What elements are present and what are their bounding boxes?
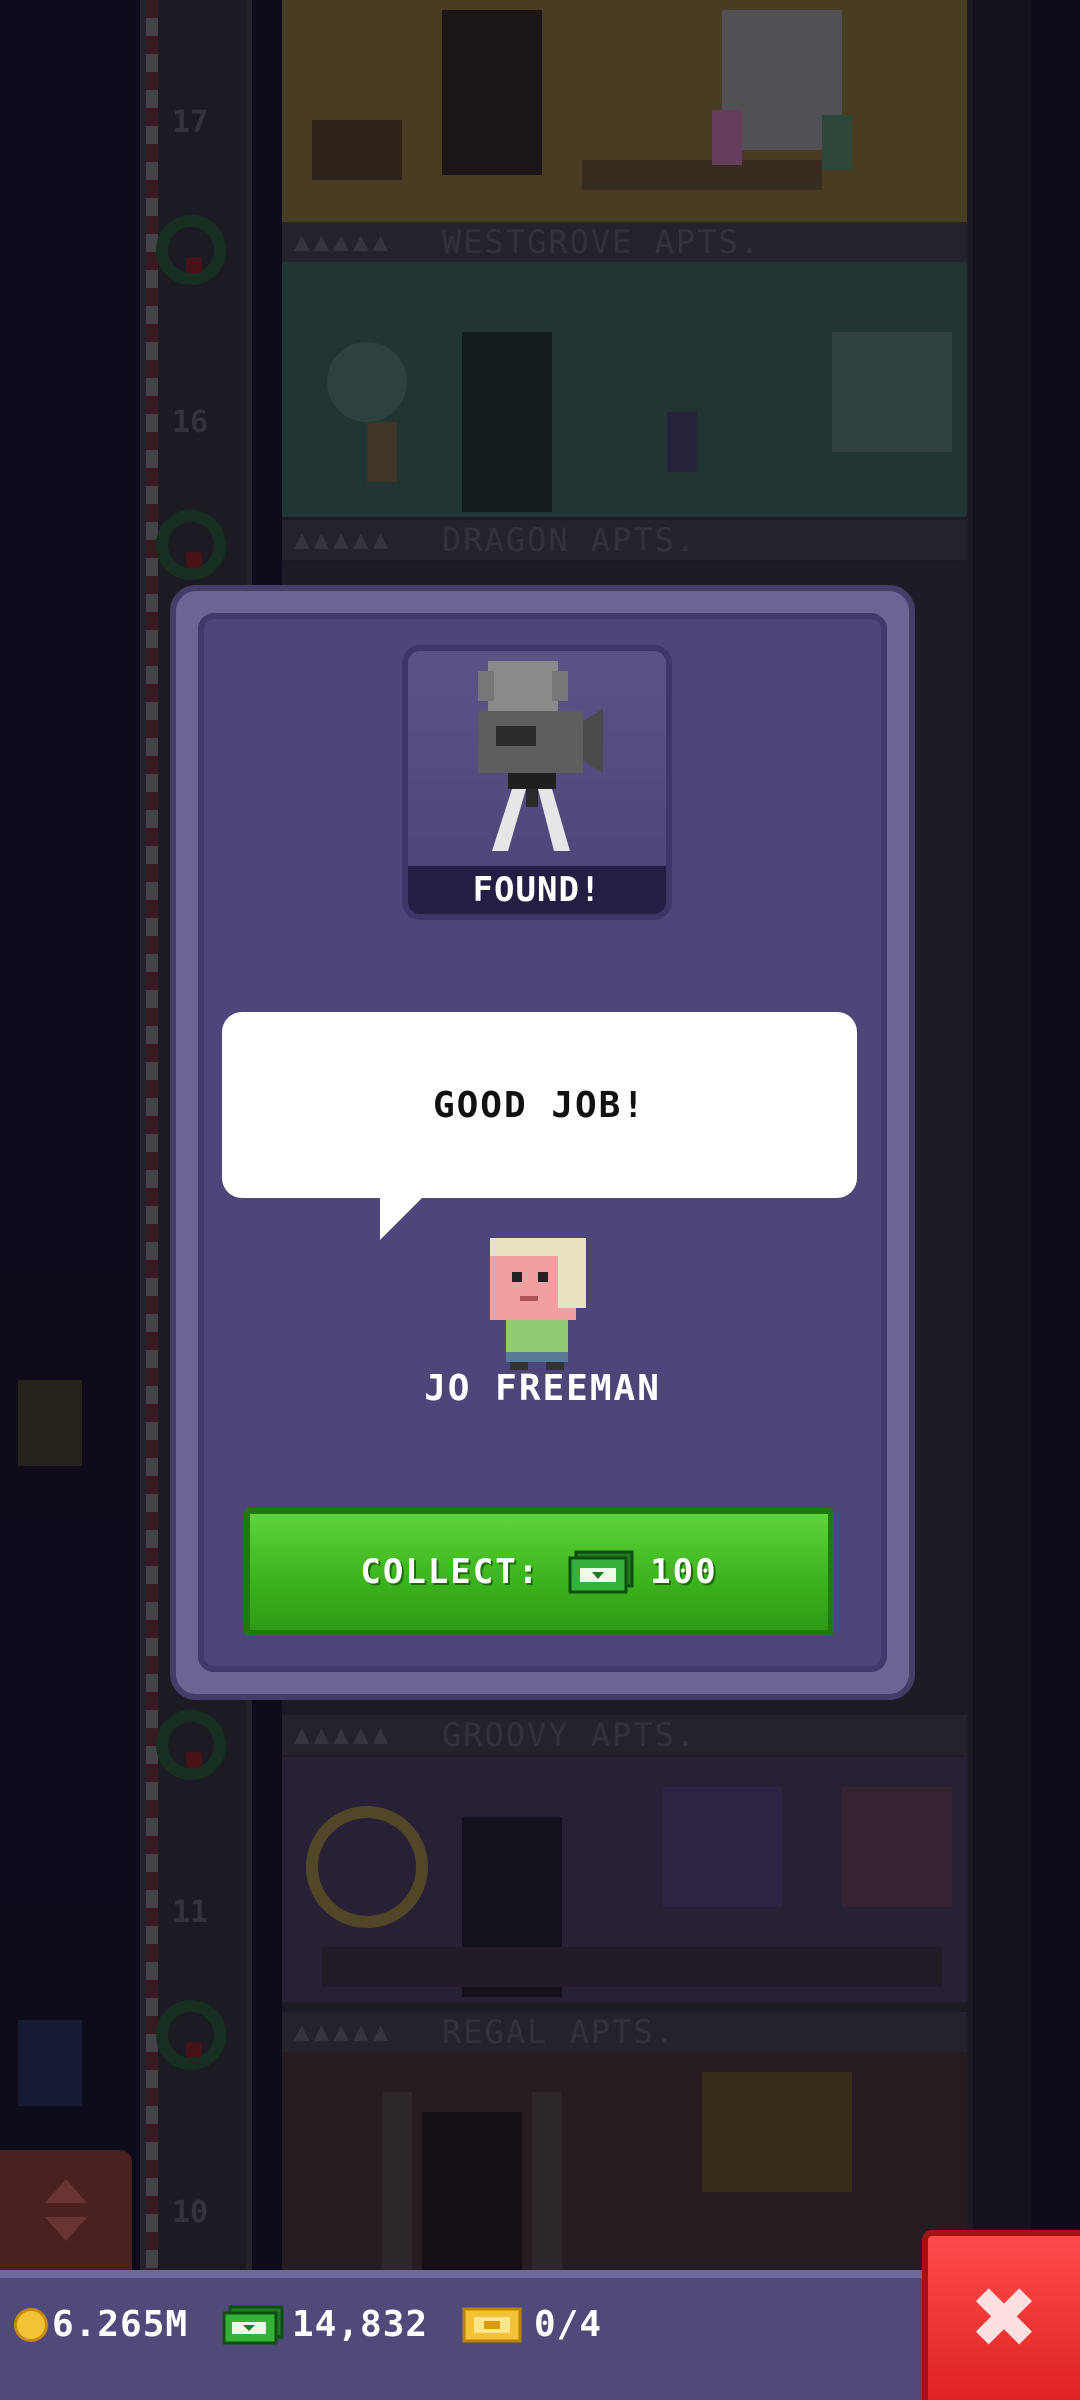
tickets-counter: 0/4 [462,2304,602,2345]
bux-icon [568,1550,634,1594]
npc-avatar [490,1238,586,1370]
collect-amount: 100 [650,1552,718,1592]
coins-value: 6.265M [52,2304,189,2345]
close-button[interactable]: ✖ [922,2230,1080,2400]
up-down-arrows-icon [45,2179,87,2241]
bux-counter: 14,832 [222,2304,428,2345]
game-scene: 17 16 11 10 ▲▲▲▲▲ WESTGROVE APTS. ▲▲▲▲▲ [0,0,1080,2400]
collect-button[interactable]: COLLECT: 100 [244,1508,834,1636]
coins-counter: 6.265M [14,2304,188,2345]
ticket-icon [462,2307,522,2342]
speech-text: GOOD JOB! [432,1084,647,1126]
elevator-control-button[interactable] [0,2150,132,2270]
bux-value: 14,832 [292,2304,429,2345]
bottom-hud: 6.265M 14,832 0/4 [0,2270,1080,2400]
tickets-value: 0/4 [534,2304,603,2345]
speech-bubble-tail [380,1196,424,1240]
bux-icon [222,2305,284,2344]
npc-name: JO FREEMAN [424,1368,661,1409]
close-icon: ✖ [968,2269,1040,2367]
found-item-card: FOUND! [402,645,672,920]
collect-label: COLLECT: [360,1552,541,1592]
movie-camera-icon [478,661,603,851]
speech-bubble: GOOD JOB! [222,1012,857,1198]
found-label: FOUND! [408,866,666,914]
coin-icon [14,2307,48,2342]
